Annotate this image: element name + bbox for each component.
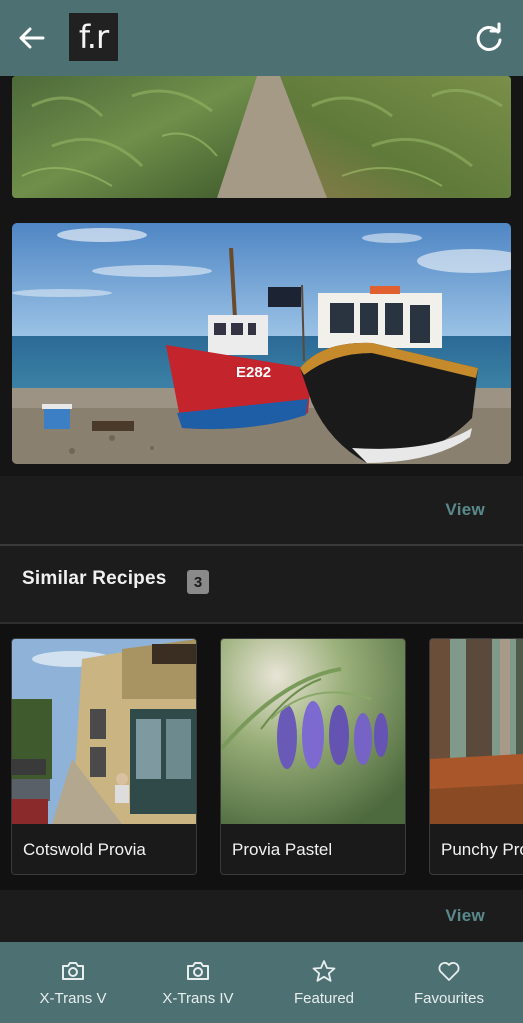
similar-recipes-view-row: View [0, 890, 523, 942]
path-photo-image [12, 76, 511, 198]
recipe-card-title: Punchy Provia [441, 840, 523, 859]
camera-icon [62, 962, 84, 980]
recipe-card-cotswold-provia[interactable]: Cotswold Provia [11, 638, 197, 875]
nav-item-label: X-Trans IV [162, 990, 234, 1007]
nav-item-x-trans-v[interactable]: X-Trans V [8, 942, 138, 1023]
gallery-photo-boats[interactable]: E282 [12, 223, 511, 464]
camera-icon [187, 962, 209, 980]
svg-text:E282: E282 [236, 364, 271, 381]
recipe-content: E282 View Similar Recipes 3 Cotswold Pro… [0, 76, 523, 942]
boats-photo-image: E282 [12, 223, 511, 464]
similar-recipes-carousel[interactable]: Cotswold Provia Provia Pastel Punchy Pr [0, 624, 523, 890]
nav-item-label: Featured [293, 990, 355, 1007]
recipe-thumbnail-street [12, 639, 196, 824]
view-gallery-link[interactable]: View [445, 500, 485, 520]
recipe-card-punchy-provia[interactable]: Punchy Provia [429, 638, 523, 875]
heart-icon [438, 962, 460, 981]
back-button[interactable] [14, 20, 50, 56]
refresh-button[interactable] [471, 20, 507, 56]
view-similar-recipes-link[interactable]: View [445, 906, 485, 926]
app-logo[interactable]: f.r [69, 13, 118, 61]
nav-item-label: Favourites [413, 990, 485, 1007]
arrow-left-icon [19, 27, 45, 49]
similar-recipes-header: Similar Recipes 3 [0, 546, 523, 622]
recipe-card-title: Provia Pastel [232, 840, 333, 859]
similar-recipes-count-badge: 3 [187, 570, 209, 594]
refresh-icon [476, 22, 502, 51]
gallery-photo-path[interactable] [12, 76, 511, 198]
recipe-card-title: Cotswold Provia [23, 840, 146, 859]
nav-item-favourites[interactable]: Favourites [384, 942, 514, 1023]
gallery-view-row: View [0, 476, 523, 544]
app-bar: f.r [0, 0, 523, 76]
nav-item-label: X-Trans V [39, 990, 107, 1007]
nav-item-featured[interactable]: Featured [259, 942, 389, 1023]
bottom-navigation: X-Trans V X-Trans IV Featured Favourites [0, 942, 523, 1023]
recipe-card-provia-pastel[interactable]: Provia Pastel [220, 638, 406, 875]
recipe-thumbnail-bluebells [221, 639, 405, 824]
star-icon [312, 960, 336, 982]
recipe-thumbnail-woodland [430, 639, 523, 824]
similar-recipes-title: Similar Recipes [22, 568, 167, 589]
nav-item-x-trans-iv[interactable]: X-Trans IV [133, 942, 263, 1023]
